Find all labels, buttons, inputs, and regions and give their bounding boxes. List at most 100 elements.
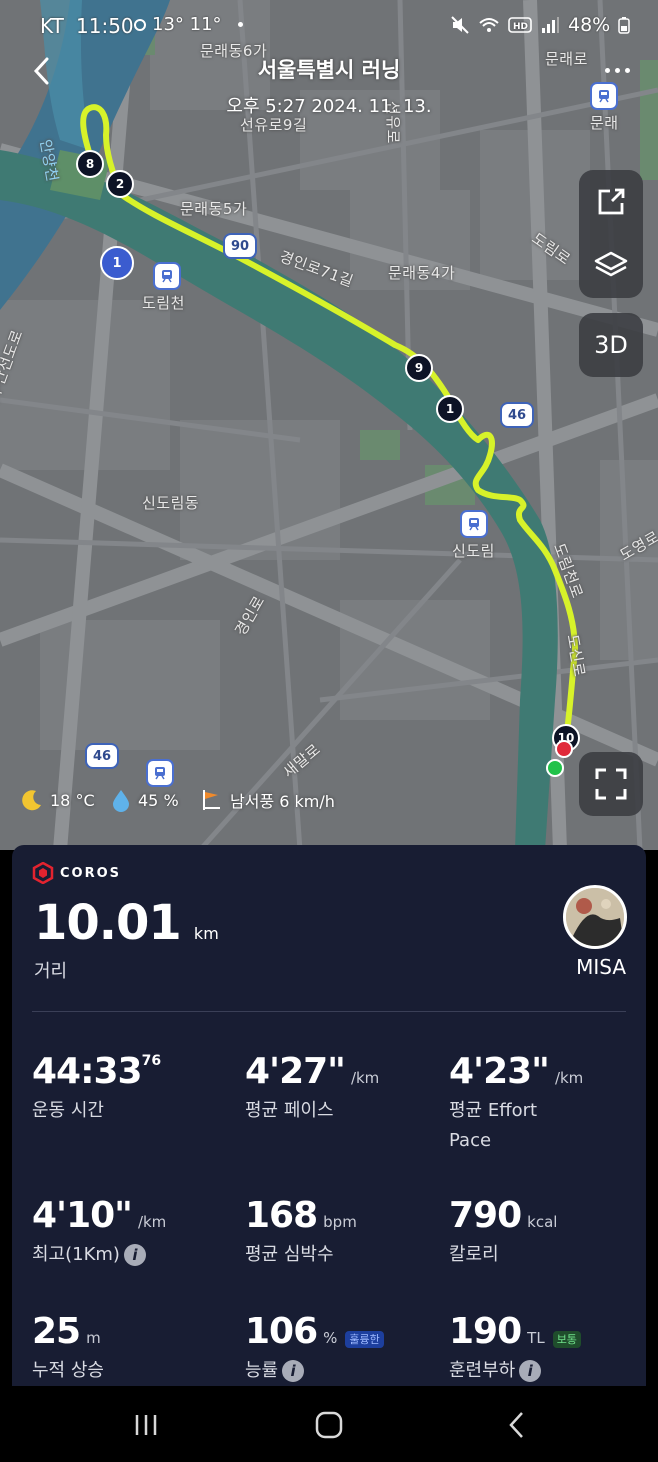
moon-icon <box>22 790 41 811</box>
fullscreen-button[interactable] <box>579 752 643 816</box>
end-point-marker <box>555 740 573 758</box>
coros-logo: COROS <box>32 862 121 884</box>
stat-value: 4'27" <box>245 1051 346 1092</box>
stat-label: 평균 Effort Pace <box>449 1100 538 1151</box>
share-icon <box>598 188 625 215</box>
stat-value: 4'23" <box>449 1051 550 1092</box>
more-options-button[interactable] <box>600 60 634 80</box>
status-weather: 13° 11° <box>132 14 243 35</box>
avatar-image <box>566 888 624 946</box>
stat-unit: /km <box>350 1069 380 1087</box>
km-marker: 9 <box>405 354 433 382</box>
stat-unit: kcal <box>527 1213 558 1231</box>
stat-best-km: 4'10"/km 최고(1Km) i <box>32 1195 166 1270</box>
status-badge: 훌륭한 <box>345 1330 384 1348</box>
start-point-marker <box>546 759 564 777</box>
road-circle: 1 <box>100 246 134 280</box>
share-button[interactable] <box>579 170 643 234</box>
stat-label: 칼로리 <box>449 1244 499 1265</box>
avatar[interactable] <box>563 885 627 949</box>
mute-icon <box>451 16 469 34</box>
route-path <box>80 104 578 743</box>
home-button[interactable] <box>309 1408 349 1442</box>
info-icon[interactable]: i <box>123 1244 146 1266</box>
hd-icon: HD <box>508 17 532 33</box>
wind-flag-icon <box>203 790 220 810</box>
fullscreen-icon <box>595 768 627 800</box>
svg-text:HD: HD <box>513 22 528 32</box>
weather-status-icon <box>134 18 146 31</box>
weather-wind: 남서풍 6 km/h <box>200 788 335 812</box>
user-name: MISA <box>576 955 626 979</box>
stat-unit: /km <box>554 1069 584 1087</box>
more-dots-icon <box>604 67 630 73</box>
road-badge: 46 <box>500 402 535 428</box>
map-label: 문래동4가 <box>388 264 456 282</box>
stat-label: 평균 심박수 <box>245 1244 334 1265</box>
info-icon[interactable]: i <box>282 1360 305 1382</box>
stat-unit: m <box>86 1329 101 1347</box>
stat-value: 44:33 <box>32 1051 143 1092</box>
map-label: 문래동5가 <box>180 200 248 218</box>
humidity-value: 45 % <box>138 790 179 810</box>
map-layers-button[interactable] <box>579 234 643 298</box>
stat-value: 4'10" <box>32 1195 133 1236</box>
road-badge: 46 <box>85 743 120 769</box>
distance-value: 10.01 <box>34 895 182 951</box>
stat-label: 평균 페이스 <box>245 1100 334 1121</box>
divider <box>32 1011 626 1012</box>
stat-avg-pace: 4'27"/km 평균 페이스 <box>245 1051 379 1126</box>
stat-unit: bpm <box>323 1213 357 1231</box>
km-marker: 1 <box>436 395 464 423</box>
wifi-icon <box>479 18 499 32</box>
activity-summary-card: COROS 10.01 km 거리 MISA 44:3376 운동 시간 4'2… <box>12 845 646 1405</box>
stat-label: 훈련부하 <box>449 1360 516 1381</box>
system-back-icon <box>509 1412 523 1438</box>
map-label: 도림천 <box>142 294 185 312</box>
signal-icon <box>542 17 559 33</box>
humidity-icon <box>113 790 129 812</box>
stat-sup: 76 <box>141 1053 162 1069</box>
layers-icon <box>594 251 628 277</box>
activity-title: 서울특별시 러닝 <box>257 58 401 82</box>
stat-unit: % <box>323 1329 338 1347</box>
subway-station-icon <box>460 510 488 538</box>
route-map[interactable]: 문래동6가 선유로9길 문래로 문래 선유로 문래동5가 경인로71길 문래동4… <box>0 0 658 850</box>
activity-datetime: 오후 5:27 2024. 11. 13. <box>226 96 432 117</box>
stat-training-load: 190 TL 보통 훈련부하 i <box>449 1311 581 1386</box>
status-weather-text: 13° 11° <box>152 14 222 35</box>
system-back-button[interactable] <box>496 1408 536 1442</box>
status-badge: 보통 <box>552 1330 581 1348</box>
km-marker: 2 <box>106 170 134 198</box>
system-navigation-bar <box>0 1386 658 1462</box>
recent-apps-button[interactable] <box>126 1410 166 1440</box>
stat-value: 168 <box>245 1195 318 1236</box>
stat-effort-pace: 4'23"/km 평균 Effort Pace <box>449 1051 609 1156</box>
3d-toggle-button[interactable]: 3D <box>579 313 643 377</box>
distance-block: 10.01 km 거리 <box>34 895 219 983</box>
stat-label: 최고(1Km) <box>32 1244 120 1265</box>
brand-name: COROS <box>60 865 122 881</box>
info-icon[interactable]: i <box>519 1360 542 1382</box>
status-icons: HD 48% <box>450 14 630 36</box>
distance-label: 거리 <box>34 961 68 982</box>
stat-elevation-gain: 25 m 누적 상승 <box>32 1311 104 1386</box>
stat-unit: TL <box>527 1329 545 1347</box>
distance-unit: km <box>193 924 219 943</box>
road-badge: 90 <box>223 233 258 259</box>
weather-temperature: 18 °C <box>20 788 95 812</box>
stat-value: 106 <box>245 1311 318 1352</box>
coros-logo-icon <box>32 862 54 884</box>
stat-value: 790 <box>449 1195 522 1236</box>
stat-unit: /km <box>137 1213 167 1231</box>
stat-label: 누적 상승 <box>32 1360 104 1381</box>
stat-avg-heart-rate: 168 bpm 평균 심박수 <box>245 1195 357 1270</box>
stat-duration: 44:3376 운동 시간 <box>32 1051 161 1126</box>
subway-station-icon <box>146 759 174 787</box>
battery-percent: 48% <box>568 14 611 36</box>
subway-station-icon <box>153 262 181 290</box>
stat-label: 능률 <box>245 1360 279 1381</box>
stat-value: 25 <box>32 1311 81 1352</box>
wind-value: 남서풍 6 km/h <box>230 792 335 811</box>
recent-apps-icon <box>135 1415 157 1435</box>
